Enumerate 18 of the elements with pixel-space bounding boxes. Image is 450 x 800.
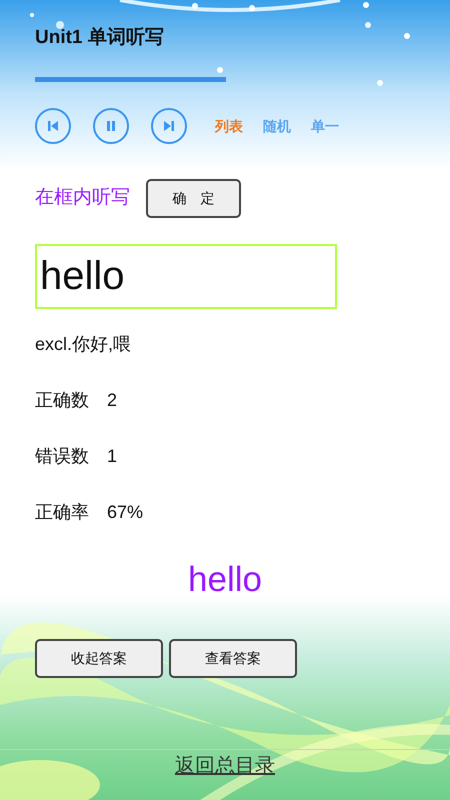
definition-text: excl.你好,喂 bbox=[35, 333, 132, 356]
stat-label: 错误数 bbox=[35, 445, 89, 468]
stat-value: 1 bbox=[107, 445, 118, 468]
previous-button[interactable] bbox=[35, 108, 71, 144]
pause-button[interactable] bbox=[93, 108, 129, 144]
confirm-button[interactable]: 确 定 bbox=[146, 179, 241, 218]
stat-label: 正确数 bbox=[35, 389, 89, 412]
stat-value: 67% bbox=[107, 501, 144, 524]
page-title: Unit1 单词听写 bbox=[35, 26, 164, 50]
prompt-label: 在框内听写 bbox=[35, 186, 130, 210]
back-link[interactable]: 返回总目录 bbox=[175, 755, 275, 777]
stat-label: 正确率 bbox=[35, 501, 89, 524]
hide-answer-button[interactable]: 收起答案 bbox=[35, 638, 163, 678]
answer-text: hello bbox=[187, 559, 263, 601]
stat-value: 2 bbox=[107, 389, 118, 412]
show-answer-button[interactable]: 查看答案 bbox=[169, 638, 297, 678]
answer-input[interactable]: hello bbox=[35, 244, 337, 309]
next-button[interactable] bbox=[151, 108, 187, 144]
